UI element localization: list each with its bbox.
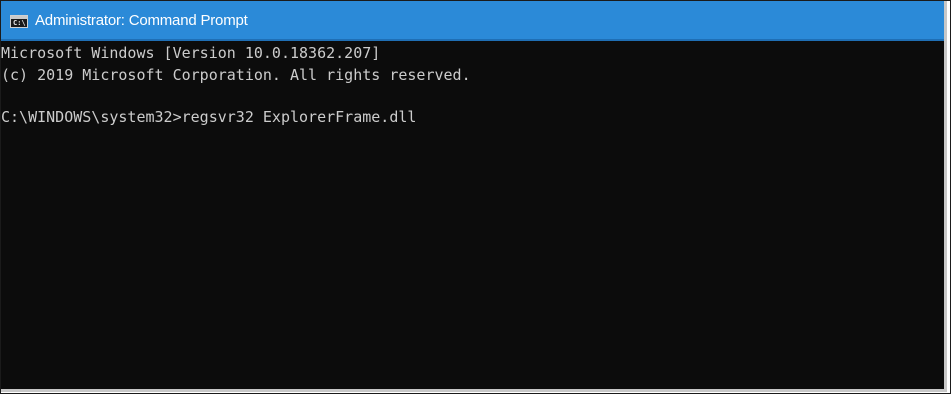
- icon-prompt-glyph: C:\: [13, 19, 26, 27]
- command-prompt-window: C:\ Administrator: Command Prompt Micros…: [1, 1, 947, 392]
- console-line-version: Microsoft Windows [Version 10.0.18362.20…: [1, 44, 381, 62]
- window-title: Administrator: Command Prompt: [35, 12, 248, 29]
- screenshot-frame: C:\ Administrator: Command Prompt Micros…: [0, 0, 951, 394]
- console-line-copyright: (c) 2019 Microsoft Corporation. All righ…: [1, 66, 471, 84]
- command-prompt-icon[interactable]: C:\: [10, 15, 28, 28]
- console-output[interactable]: Microsoft Windows [Version 10.0.18362.20…: [1, 41, 941, 386]
- title-bar[interactable]: C:\ Administrator: Command Prompt: [1, 1, 944, 41]
- console-line-command: C:\WINDOWS\system32>regsvr32 ExplorerFra…: [1, 108, 417, 126]
